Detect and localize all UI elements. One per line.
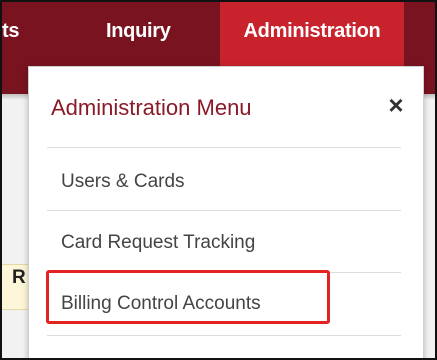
menu-divider bbox=[47, 147, 401, 148]
screenshot-frame: ts Inquiry Administration R Administrati… bbox=[0, 0, 437, 360]
nav-item-partial[interactable]: ts bbox=[2, 2, 19, 62]
menu-item-card-request-tracking[interactable]: Card Request Tracking bbox=[61, 232, 255, 254]
administration-menu: Administration Menu × Users & Cards Card… bbox=[28, 66, 424, 358]
close-icon[interactable]: × bbox=[384, 91, 408, 119]
menu-item-users-and-cards[interactable]: Users & Cards bbox=[61, 171, 185, 193]
nav-item-inquiry[interactable]: Inquiry bbox=[106, 2, 171, 62]
menu-title: Administration Menu bbox=[51, 95, 252, 120]
menu-divider bbox=[47, 335, 401, 336]
page-partial-text: R bbox=[12, 267, 26, 288]
menu-divider bbox=[47, 210, 401, 211]
highlight-box bbox=[46, 270, 330, 324]
